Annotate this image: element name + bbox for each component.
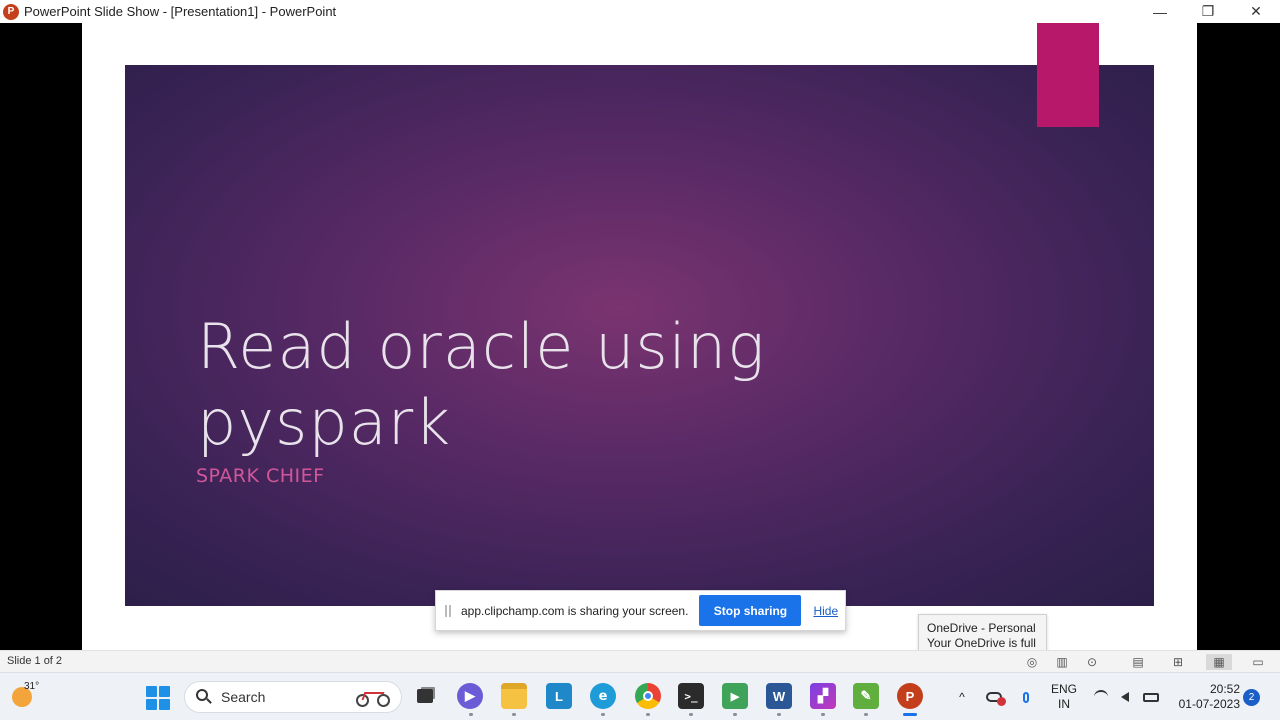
running-indicator — [733, 713, 737, 716]
slide-sorter-icon[interactable]: ⊞ — [1170, 654, 1186, 670]
start-button[interactable] — [146, 686, 170, 710]
tooltip-line1: OneDrive - Personal — [927, 621, 1036, 635]
window-title: PowerPoint Slide Show - [Presentation1] … — [24, 4, 337, 19]
stop-sharing-button[interactable]: Stop sharing — [699, 595, 802, 626]
status-bar: Slide 1 of 2 ◎ ▥ ⊙ ▤ ⊞ ▦ ▭ — [0, 650, 1280, 672]
weather-widget[interactable]: 31° — [10, 681, 40, 709]
running-indicator — [821, 713, 825, 716]
media-app-icon[interactable]: ▶ — [722, 683, 748, 709]
l-app-icon[interactable]: L — [546, 683, 572, 709]
powerpoint-taskbar-icon[interactable]: P — [897, 683, 923, 709]
window-controls: — ❐ ✕ — [1136, 0, 1280, 23]
language-indicator[interactable]: ENG IN — [1048, 682, 1080, 712]
word-icon[interactable]: W — [766, 683, 792, 709]
slide-subtitle: SPARK CHIEF — [196, 465, 325, 487]
running-indicator — [777, 713, 781, 716]
tooltip-line2: Your OneDrive is full — [927, 636, 1036, 650]
windows-logo-icon — [146, 686, 157, 697]
normal-view-icon[interactable]: ▦ — [1206, 654, 1232, 670]
microphone-icon[interactable] — [1016, 673, 1036, 720]
onedrive-error-icon[interactable] — [984, 673, 1006, 720]
notes-icon[interactable]: ▥ — [1054, 654, 1070, 670]
terminal-icon[interactable]: >_ — [678, 683, 704, 709]
running-indicator — [469, 713, 473, 716]
volume-icon[interactable] — [1116, 673, 1134, 720]
presenter-icon[interactable]: ▭ — [1250, 654, 1266, 670]
running-indicator — [864, 713, 868, 716]
bicycle-icon — [355, 688, 393, 708]
running-indicator — [689, 713, 693, 716]
weather-temp: 31° — [24, 681, 40, 692]
tray-overflow-chevron-icon[interactable]: ^ — [952, 673, 972, 720]
slide-title-line1: Read oracle using — [197, 310, 766, 383]
clock-date: 01-07-2023 — [1178, 697, 1240, 711]
search-icon — [195, 688, 213, 706]
accessibility-icon[interactable]: ◎ — [1024, 654, 1040, 670]
battery-icon[interactable] — [1141, 673, 1161, 720]
letterbox-left — [0, 23, 82, 650]
clock[interactable]: 20:52 01-07-2023 — [1170, 682, 1240, 712]
slide-canvas[interactable]: Read oracle using pyspark SPARK CHIEF — [125, 65, 1154, 606]
clock-time: 20:52 — [1209, 682, 1240, 696]
slideshow-icon[interactable]: ⊙ — [1084, 654, 1100, 670]
title-bar: P PowerPoint Slide Show - [Presentation1… — [0, 0, 1280, 23]
hide-link[interactable]: Hide — [813, 604, 838, 618]
letterbox-right — [1197, 23, 1280, 650]
chrome-icon[interactable] — [635, 683, 661, 709]
language-line1: ENG — [1050, 682, 1077, 696]
task-view-icon — [417, 689, 433, 703]
file-explorer-icon[interactable] — [501, 683, 527, 709]
screen-sharing-bar: app.clipchamp.com is sharing your screen… — [435, 590, 846, 631]
taskbar-search[interactable]: Search — [184, 681, 402, 713]
wifi-icon[interactable] — [1092, 673, 1110, 720]
notification-badge[interactable]: 2 — [1243, 689, 1260, 706]
running-indicator — [646, 713, 650, 716]
close-button[interactable]: ✕ — [1232, 0, 1280, 23]
task-view-button[interactable] — [412, 683, 438, 709]
sharing-message: app.clipchamp.com is sharing your screen… — [461, 603, 689, 618]
running-indicator — [601, 713, 605, 716]
windows-logo-tile — [159, 699, 170, 710]
edge-icon[interactable]: e — [590, 683, 616, 709]
language-line2: IN — [1058, 697, 1070, 711]
slide-count: Slide 1 of 2 — [7, 655, 63, 667]
clipchamp-icon[interactable]: ▞ — [810, 683, 836, 709]
active-app-indicator — [903, 713, 917, 716]
chat-app-icon[interactable]: ▶ — [457, 683, 483, 709]
green-app-icon[interactable]: ✎ — [853, 683, 879, 709]
powerpoint-app-icon: P — [3, 3, 19, 20]
windows-logo-tile — [159, 686, 170, 697]
running-indicator — [512, 713, 516, 716]
slide-title-line2: pyspark — [197, 386, 452, 459]
slide-accent-rectangle — [1037, 23, 1099, 127]
chrome-center-icon — [643, 691, 653, 701]
taskbar: 31° Search ▶ L e >_ ▶ W ▞ ✎ P ^ ENG IN 2… — [0, 672, 1280, 720]
drag-handle-icon[interactable] — [445, 604, 451, 617]
reading-view-icon[interactable]: ▤ — [1130, 654, 1146, 670]
windows-logo-tile — [146, 699, 157, 710]
slide-title: Read oracle using pyspark — [197, 309, 837, 461]
minimize-button[interactable]: — — [1136, 0, 1184, 23]
restore-button[interactable]: ❐ — [1184, 0, 1232, 23]
search-placeholder: Search — [221, 689, 266, 705]
